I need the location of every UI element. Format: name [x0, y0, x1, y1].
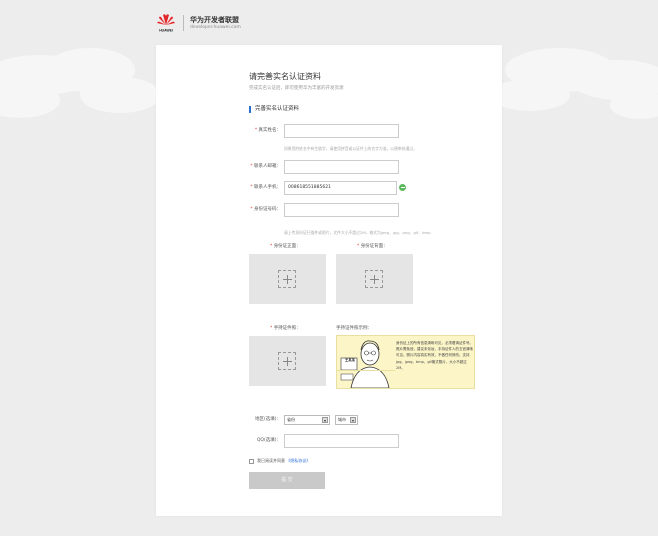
id-front-upload[interactable]: [249, 254, 326, 304]
photo-hint: 请上传身份证扫描件或照片，文件大小不超过2M，格式为jpeg、jpg、png、g…: [284, 230, 431, 235]
id-front-label: * 身份证正面：: [270, 244, 301, 249]
verification-card: 请完善实名认证资料 完成实名认证后，即可使用华为丰富的开发资源 完善实名认证资料…: [156, 45, 502, 516]
name-label: * 真实姓名：: [254, 128, 281, 133]
submit-button[interactable]: 提 交: [249, 472, 325, 489]
caret-down-icon: [322, 417, 328, 423]
page-subtitle: 完成实名认证后，即可使用华为丰富的开发资源: [249, 86, 344, 91]
brand-divider: [183, 15, 184, 31]
privacy-link[interactable]: 《隐私协议》: [286, 458, 310, 463]
qq-input[interactable]: [284, 434, 399, 448]
brand-subtitle: developer.huawei.com: [190, 24, 241, 30]
page-title: 请完善实名认证资料: [249, 72, 321, 81]
city-value: 城市: [338, 417, 346, 422]
brand-title: 华为开发者联盟: [190, 15, 239, 24]
handheld-example: 王某某 身份证上的所有信息清晰可见，必须看清证件号。照片需免冠，建议未化妆，手持…: [336, 335, 475, 389]
province-value: 省份: [287, 417, 295, 422]
email-label: * 联系人邮箱：: [250, 164, 281, 169]
site-header: HUAWEI 华为开发者联盟 developer.huawei.com: [155, 12, 241, 34]
caret-down-icon: [350, 417, 356, 423]
id-back-label: * 身份证背面：: [357, 244, 388, 249]
id-number-label: * 身份证号码：: [250, 207, 281, 212]
plus-icon: [278, 270, 296, 288]
brand-block: 华为开发者联盟 developer.huawei.com: [190, 16, 241, 31]
plus-icon: [278, 352, 296, 370]
province-select[interactable]: 省份: [284, 415, 330, 425]
phone-label: * 联系人手机：: [250, 185, 281, 190]
phone-input[interactable]: 008618551885621: [284, 181, 397, 195]
logo-text: HUAWEI: [159, 29, 173, 33]
section-title: 完善实名认证资料: [249, 106, 299, 113]
check-circle-icon: [399, 184, 406, 191]
qq-label: QQ(选填)：: [256, 438, 281, 443]
email-input[interactable]: [284, 160, 399, 174]
name-hint: 如果您的姓名中有生僻字，请使用拼音或以证件上的名字为准，以便审核通过。: [284, 146, 417, 151]
id-number-input[interactable]: [284, 203, 399, 217]
plus-icon: [365, 270, 383, 288]
example-card-name: 王某某: [344, 358, 356, 362]
handheld-label: * 手持证件照：: [270, 326, 301, 331]
example-description: 身份证上的所有信息清晰可见，必须看清证件号。照片需免冠，建议未化妆，手持证件人的…: [396, 341, 473, 370]
name-input[interactable]: [284, 124, 399, 138]
agree-text: 我已阅读并同意 《隐私协议》: [257, 458, 311, 463]
agree-checkbox[interactable]: [249, 459, 254, 464]
handheld-upload[interactable]: [249, 336, 326, 386]
example-label: 手持证件照示例：: [336, 326, 372, 331]
region-label: 地区(选填)：: [254, 417, 281, 422]
city-select[interactable]: 城市: [335, 415, 358, 425]
huawei-logo-icon[interactable]: HUAWEI: [155, 13, 177, 33]
id-back-upload[interactable]: [336, 254, 413, 304]
